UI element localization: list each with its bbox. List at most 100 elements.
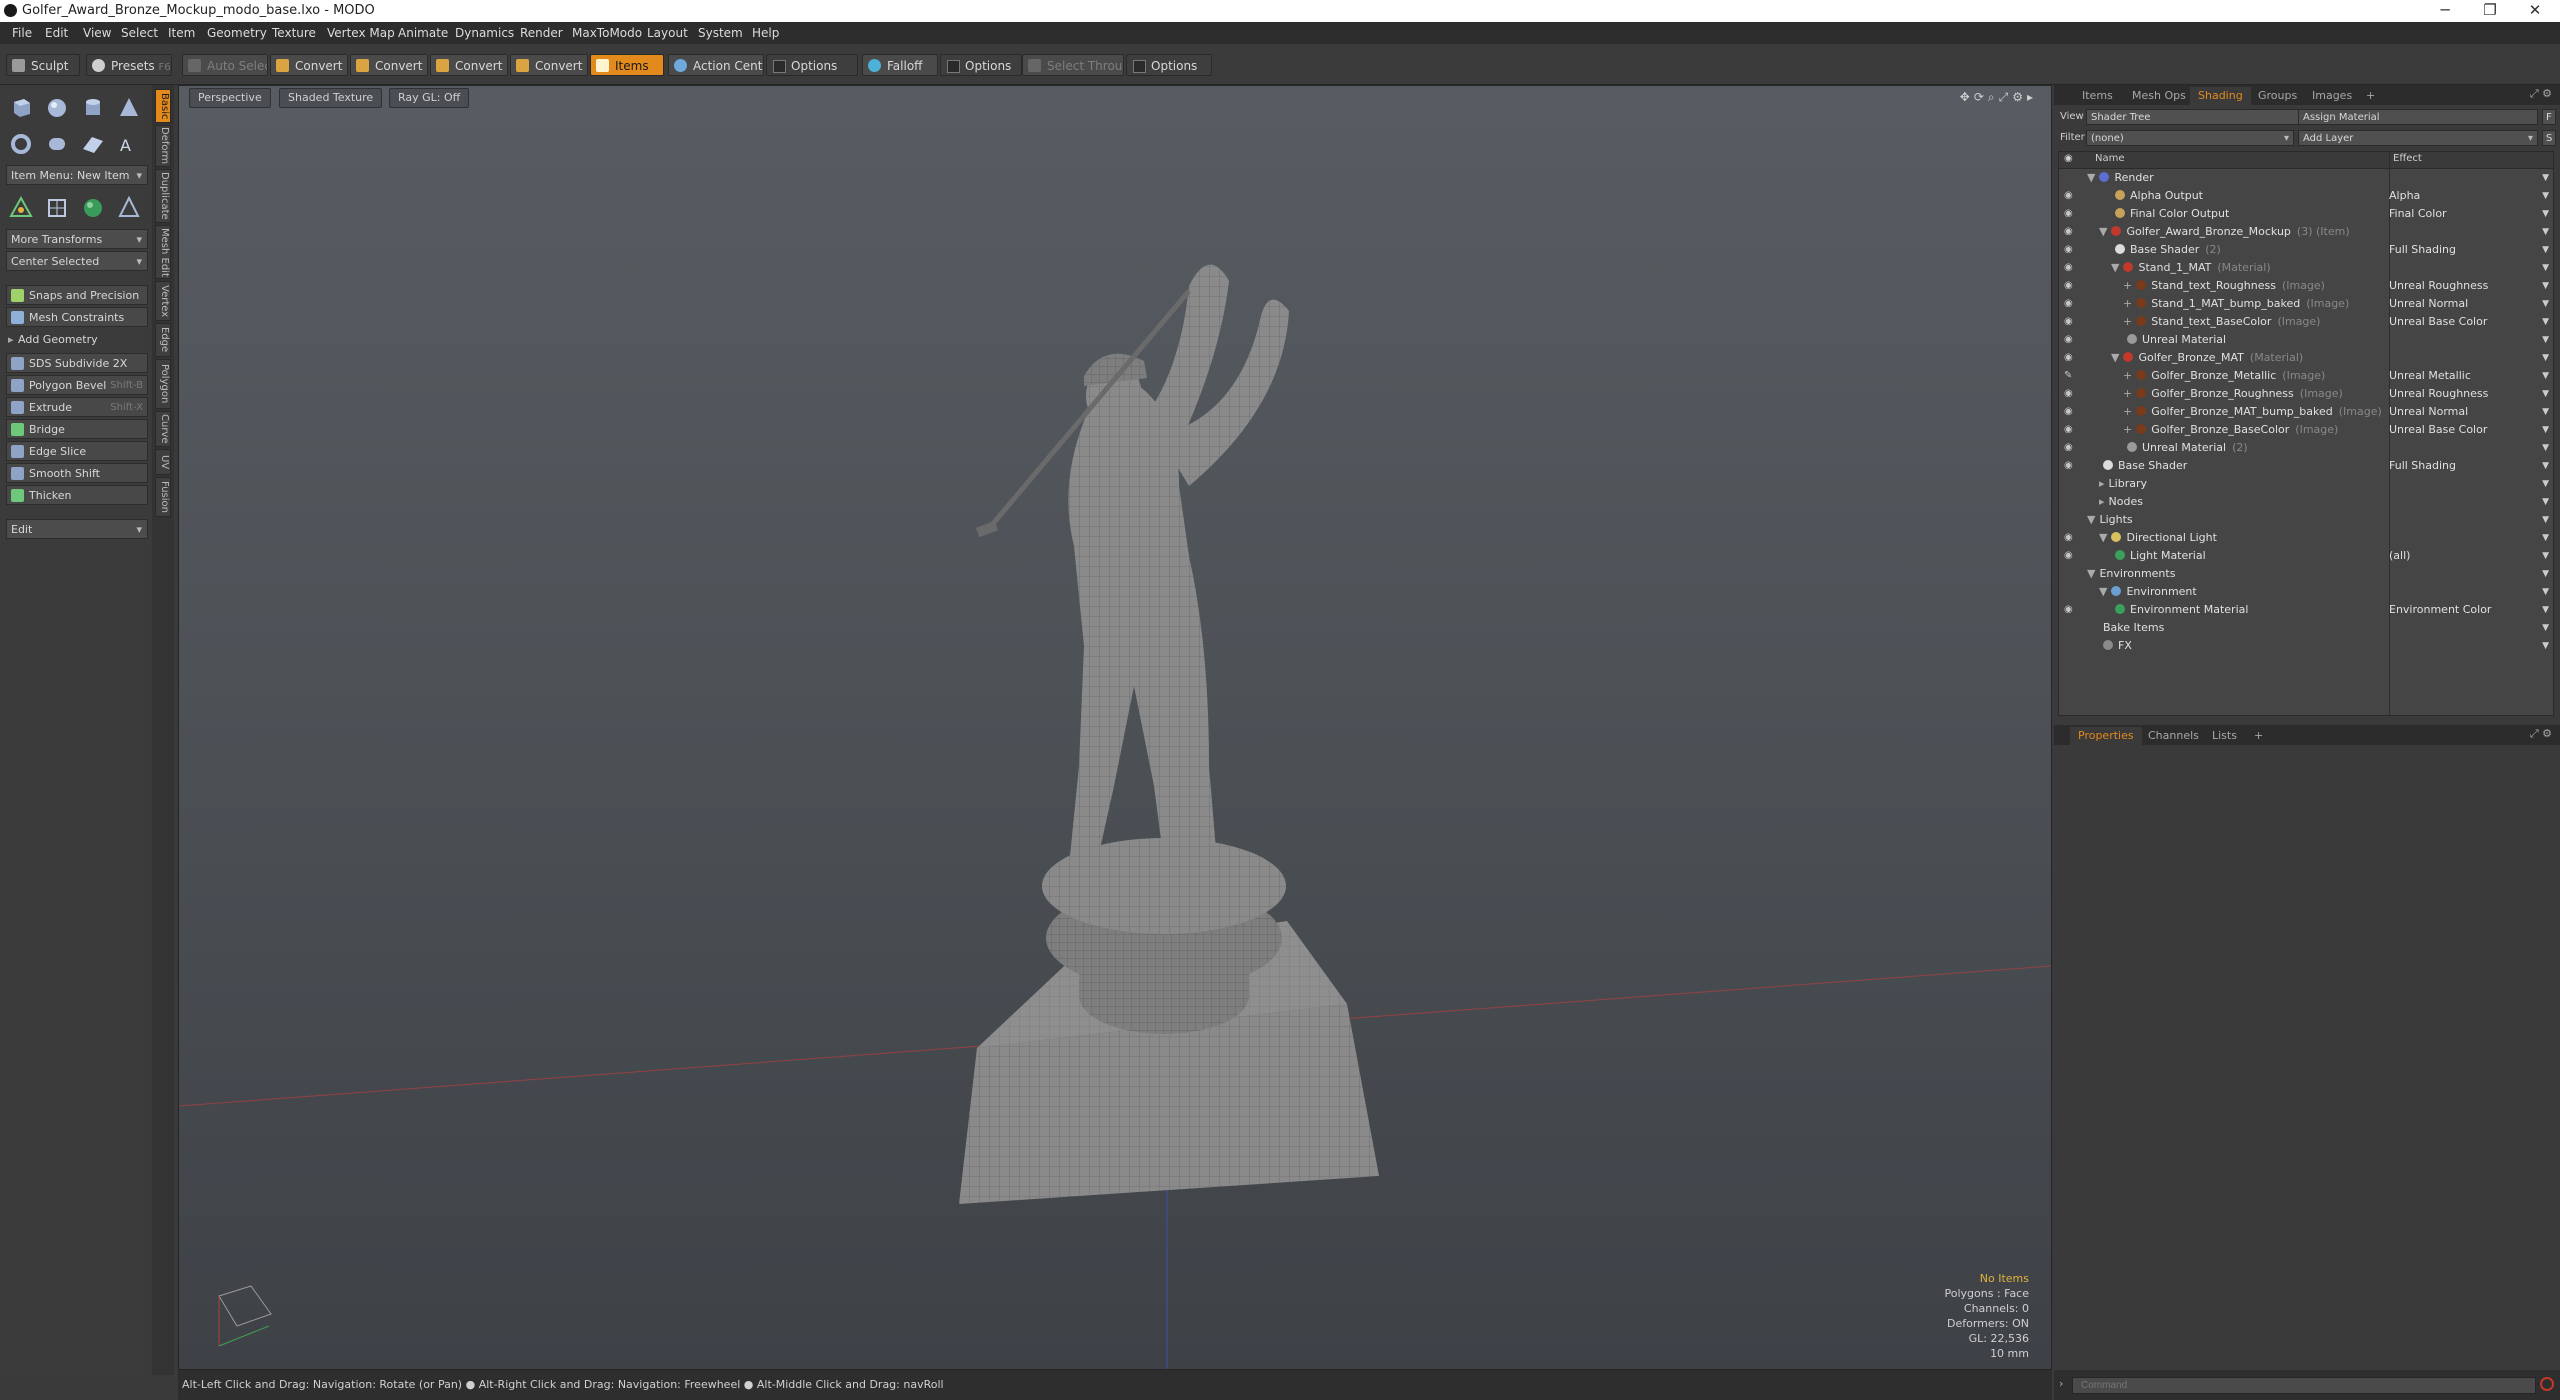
visibility-eye-icon[interactable]: ◉: [2064, 223, 2078, 241]
add-properties-tab-button[interactable]: +: [2246, 727, 2271, 745]
falloff-options-button[interactable]: Options: [940, 54, 1022, 76]
visibility-eye-icon[interactable]: ◉: [2064, 385, 2078, 403]
visibility-eye-icon[interactable]: ◉: [2064, 259, 2078, 277]
effect-dropdown-icon[interactable]: ▼: [2542, 187, 2549, 205]
shader-tree-row[interactable]: ▼ Render ▼: [2059, 169, 2553, 187]
tab-properties[interactable]: Properties: [2070, 727, 2142, 745]
effect-dropdown-icon[interactable]: ▼: [2542, 529, 2549, 547]
text-tool-icon[interactable]: A: [114, 129, 144, 159]
effect-dropdown-icon[interactable]: ▼: [2542, 241, 2549, 259]
effect-dropdown-icon[interactable]: ▼: [2542, 385, 2549, 403]
sds-subdivide-button[interactable]: SDS Subdivide 2X: [6, 353, 148, 373]
layer-effect[interactable]: Unreal Normal ▼: [2389, 403, 2549, 421]
layer-effect[interactable]: Alpha ▼: [2389, 187, 2549, 205]
menu-help[interactable]: Help: [752, 26, 779, 40]
falloff-options-checkbox[interactable]: [947, 60, 960, 73]
effect-dropdown-icon[interactable]: ▼: [2542, 295, 2549, 313]
shader-tree-row[interactable]: ◉ + Golfer_Bronze_MAT_bump_baked (Image) Unr…: [2059, 403, 2553, 421]
convert-materials-button[interactable]: Convert: [510, 54, 588, 76]
shader-tree-row[interactable]: ◉ + Stand_1_MAT_bump_baked (Image) Unreal No…: [2059, 295, 2553, 313]
expand-arrow-icon[interactable]: +: [2123, 279, 2132, 292]
effect-dropdown-icon[interactable]: ▼: [2542, 439, 2549, 457]
convert-edges-button[interactable]: Convert: [350, 54, 428, 76]
layer-effect[interactable]: Unreal Metallic ▼: [2389, 367, 2549, 385]
grid-tool-icon[interactable]: [42, 193, 72, 223]
tab-curve[interactable]: Curve: [155, 411, 171, 447]
menu-file[interactable]: File: [12, 26, 32, 40]
effect-dropdown-icon[interactable]: ▼: [2542, 403, 2549, 421]
expand-arrow-icon[interactable]: ▼: [2111, 261, 2119, 274]
panel-options-icon[interactable]: ⤢ ⚙: [2530, 87, 2552, 101]
action-center-button[interactable]: Action Center: [668, 54, 764, 76]
edit-dropdown[interactable]: Edit: [6, 519, 148, 540]
items-mode-button[interactable]: Items: [590, 54, 664, 76]
shader-tree-row[interactable]: FX ▼: [2059, 637, 2553, 655]
shader-tree-row[interactable]: ◉ Base Shader (2) Full Shading ▼: [2059, 241, 2553, 259]
visibility-eye-icon[interactable]: ◉: [2064, 457, 2078, 475]
shader-tree-row[interactable]: ◉ ▼ Directional Light ▼: [2059, 529, 2553, 547]
visibility-eye-icon[interactable]: ◉: [2064, 349, 2078, 367]
tab-uv[interactable]: UV: [155, 449, 171, 475]
minimize-icon[interactable]: ─: [2425, 1, 2465, 19]
close-icon[interactable]: ✕: [2515, 1, 2555, 19]
tab-groups[interactable]: Groups: [2250, 87, 2305, 105]
expand-arrow-icon[interactable]: ▼: [2087, 567, 2095, 580]
shader-tree-row[interactable]: ◉ Alpha Output Alpha ▼: [2059, 187, 2553, 205]
extrude-button[interactable]: Extrude Shift-X: [6, 397, 148, 417]
expand-arrow-icon[interactable]: +: [2123, 369, 2132, 382]
convert-vertices-button[interactable]: Convert: [270, 54, 348, 76]
tab-deform[interactable]: Deform: [155, 125, 171, 167]
shader-tree-row[interactable]: ◉ Base Shader Full Shading ▼: [2059, 457, 2553, 475]
edge-slice-button[interactable]: Edge Slice: [6, 441, 148, 461]
center-selected-dropdown[interactable]: Center Selected: [6, 251, 148, 272]
layer-effect[interactable]: Full Shading ▼: [2389, 241, 2549, 259]
effect-dropdown-icon[interactable]: ▼: [2542, 493, 2549, 511]
visibility-eye-icon[interactable]: ◉: [2064, 403, 2078, 421]
shader-tree-row[interactable]: ▸ Nodes ▼: [2059, 493, 2553, 511]
3d-viewport[interactable]: Perspective Shaded Texture Ray GL: Off ✥…: [178, 85, 2052, 1370]
shader-tree-row[interactable]: ◉ Unreal Material (2) ▼: [2059, 439, 2553, 457]
menu-system[interactable]: System: [698, 26, 743, 40]
layer-effect[interactable]: Unreal Base Color ▼: [2389, 313, 2549, 331]
expand-arrow-icon[interactable]: ▼: [2087, 513, 2095, 526]
shader-tree-row[interactable]: ◉ Environment Material Environment Color ▼: [2059, 601, 2553, 619]
bridge-button[interactable]: Bridge: [6, 419, 148, 439]
expand-arrow-icon[interactable]: ▼: [2099, 531, 2107, 544]
polygon-bevel-button[interactable]: Polygon Bevel Shift-B: [6, 375, 148, 395]
cube-icon[interactable]: [6, 93, 36, 123]
expand-arrow-icon[interactable]: +: [2123, 297, 2132, 310]
add-tab-button[interactable]: +: [2358, 87, 2383, 105]
tab-lists[interactable]: Lists: [2204, 727, 2245, 745]
menu-geometry[interactable]: Geometry: [207, 26, 267, 40]
expand-arrow-icon[interactable]: +: [2123, 387, 2132, 400]
visibility-eye-icon[interactable]: ◉: [2064, 421, 2078, 439]
shader-tree-row[interactable]: ◉ + Stand_text_Roughness (Image) Unreal Roug…: [2059, 277, 2553, 295]
menu-layout[interactable]: Layout: [647, 26, 688, 40]
restore-icon[interactable]: ❐: [2470, 1, 2510, 19]
add-geometry-section[interactable]: Add Geometry: [6, 331, 148, 349]
tab-vertex[interactable]: Vertex: [155, 281, 171, 321]
menu-view[interactable]: View: [83, 26, 111, 40]
expand-arrow-icon[interactable]: ▼: [2087, 171, 2095, 184]
tab-shading[interactable]: Shading: [2190, 87, 2251, 105]
capsule-icon[interactable]: [42, 129, 72, 159]
effect-dropdown-icon[interactable]: ▼: [2542, 367, 2549, 385]
visibility-eye-icon[interactable]: ◉: [2064, 187, 2078, 205]
visibility-eye-icon[interactable]: ◉: [2064, 205, 2078, 223]
column-effect[interactable]: Effect: [2393, 153, 2422, 164]
expand-arrow-icon[interactable]: ▼: [2099, 225, 2107, 238]
globe-tool-icon[interactable]: [78, 193, 108, 223]
expand-arrow-icon[interactable]: ▼: [2111, 351, 2119, 364]
layer-effect[interactable]: Environment Color ▼: [2389, 601, 2549, 619]
shader-tree-row[interactable]: ▼ Environment ▼: [2059, 583, 2553, 601]
effect-dropdown-icon[interactable]: ▼: [2542, 547, 2549, 565]
effect-dropdown-icon[interactable]: ▼: [2542, 475, 2549, 493]
tab-edge[interactable]: Edge: [155, 323, 171, 357]
effect-dropdown-icon[interactable]: ▼: [2542, 223, 2549, 241]
visibility-eye-icon[interactable]: ◉: [2064, 277, 2078, 295]
cone-icon[interactable]: [114, 93, 144, 123]
visibility-eye-icon[interactable]: ◉: [2064, 547, 2078, 565]
plane-icon[interactable]: [78, 129, 108, 159]
effect-dropdown-icon[interactable]: ▼: [2542, 565, 2549, 583]
visibility-eye-icon[interactable]: ◉: [2064, 295, 2078, 313]
